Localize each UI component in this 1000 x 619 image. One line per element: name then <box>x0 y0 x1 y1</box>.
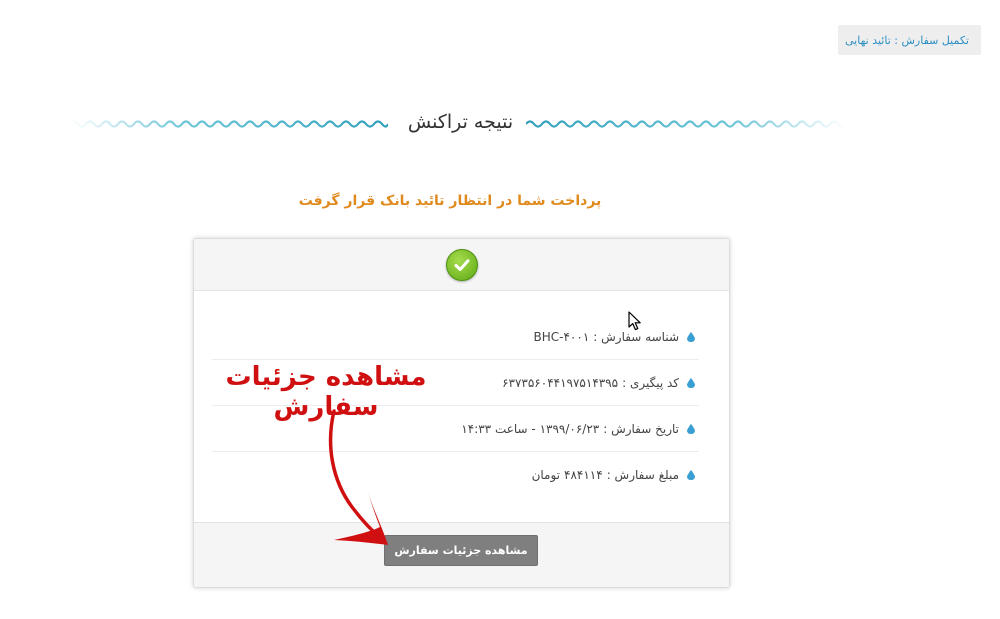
breadcrumb-text: تکمیل سفارش : تائید نهایی <box>845 33 969 47</box>
tracking-code-value: ۶۳۷۳۵۶۰۴۴۱۹۷۵۱۴۳۹۵ <box>502 375 619 390</box>
order-amount-label: مبلغ سفارش : <box>606 467 679 482</box>
annotation-arrow-icon <box>328 409 388 545</box>
wave-divider-left-icon <box>70 120 388 128</box>
check-circle-icon <box>445 248 478 281</box>
section-title: نتیجه تراکنش <box>407 111 514 133</box>
order-date-label: تاریخ سفارش : <box>603 421 679 436</box>
water-drop-icon <box>687 331 695 342</box>
view-order-details-button[interactable]: مشاهده جزئیات سفارش <box>384 535 538 566</box>
order-date-value: ۱۳۹۹/۰۶/۲۳ - ساعت ۱۴:۳۳ <box>461 421 600 436</box>
page: تکمیل سفارش : تائید نهایی نتیجه تراکنش پ… <box>0 0 1000 619</box>
order-id-value: BHC-۴۰۰۱ <box>533 329 590 344</box>
order-id-label: شناسه سفارش : <box>593 329 679 344</box>
payment-status-message: پرداخت شما در انتظار تائید بانک قرار گرف… <box>298 193 602 209</box>
section-heading: نتیجه تراکنش <box>0 106 1000 146</box>
water-drop-icon <box>687 377 695 388</box>
order-amount-row: مبلغ سفارش : ۴۸۴۱۱۴ تومان <box>212 452 699 497</box>
order-id-row: شناسه سفارش : BHC-۴۰۰۱ <box>212 314 699 360</box>
water-drop-icon <box>687 469 695 480</box>
order-amount-currency: تومان <box>531 467 561 482</box>
card-footer: مشاهده جزئیات سفارش <box>194 522 729 587</box>
mouse-cursor-icon <box>628 311 641 331</box>
order-amount-value: ۴۸۴۱۱۴ <box>564 467 603 482</box>
tracking-code-label: کد پیگیری : <box>622 375 679 390</box>
card-header <box>194 239 729 291</box>
water-drop-icon <box>687 423 695 434</box>
wave-divider-right-icon <box>526 120 846 128</box>
breadcrumb: تکمیل سفارش : تائید نهایی <box>838 25 981 55</box>
